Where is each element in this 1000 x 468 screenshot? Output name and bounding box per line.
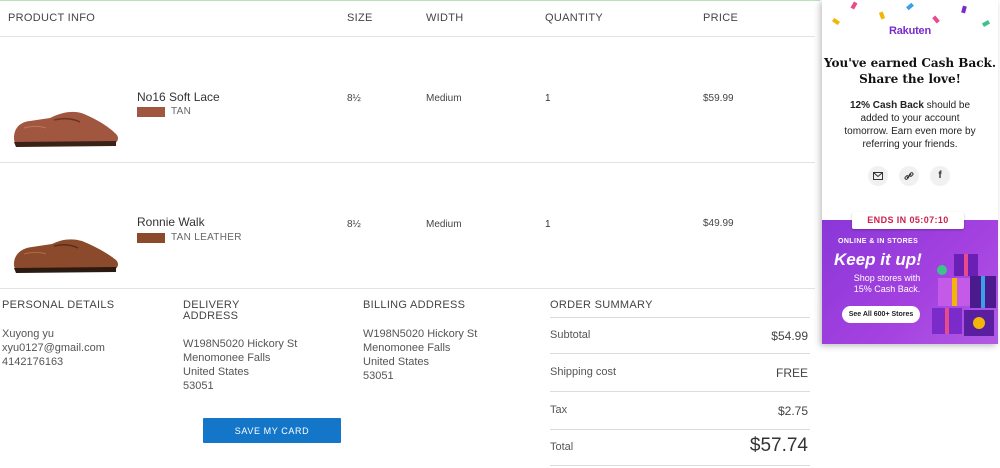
summary-divider [550,391,810,392]
customer-name: Xuyong yu [2,328,54,340]
delivery-address: W198N5020 Hickory St Menomonee Falls Uni… [183,338,298,392]
countdown-timer: ENDS IN 05:07:10 [852,212,964,229]
row-divider [0,288,815,289]
product-name[interactable]: No16 Soft Lace [137,90,220,104]
billing-address-heading: BILLING ADDRESS [363,299,466,311]
order-summary-heading: ORDER SUMMARY [550,299,653,311]
confetti [961,5,967,14]
shoe-image[interactable] [10,104,122,152]
color-swatch [137,107,165,117]
rakuten-popup: Rakuten You've earned Cash Back. Share t… [822,0,998,344]
product-name[interactable]: Ronnie Walk [137,215,205,229]
total-row: Total $57.74 [550,435,808,456]
product-size: 8½ [347,93,361,104]
customer-phone: 4142176163 [2,356,64,368]
col-width: WIDTH [426,12,464,24]
col-quantity: QUANTITY [545,12,604,24]
product-width: Medium [426,219,462,230]
summary-divider [550,353,810,354]
top-divider [0,0,820,1]
product-size: 8½ [347,219,361,230]
personal-details-heading: PERSONAL DETAILS [2,299,115,311]
tax-row: Tax $2.75 [550,404,808,418]
total-value: $57.74 [749,435,808,456]
rakuten-title: You've earned Cash Back. Share the love! [823,56,997,86]
rakuten-message: 12% Cash Back should be added to your ac… [844,100,976,150]
customer-email: xyu0127@gmail.com [2,342,105,354]
personal-details: Xuyong yu xyu0127@gmail.com 4142176163 [2,327,105,369]
product-price: $59.99 [703,93,734,104]
subtotal-row: Subtotal $54.99 [550,329,808,343]
email-icon[interactable] [868,166,888,186]
confetti [850,1,858,10]
summary-divider [550,465,810,466]
see-all-stores-button[interactable]: See All 600+ Stores [842,306,920,323]
promo-eyebrow: ONLINE & IN STORES [838,238,919,245]
product-width: Medium [426,93,462,104]
tax-value: $2.75 [777,404,808,418]
summary-divider [550,317,810,318]
promo-subtext: Shop stores with 15% Cash Back. [853,273,921,294]
confetti [932,15,940,24]
save-my-card-button[interactable]: SAVE MY CARD [203,418,341,443]
summary-divider [550,429,810,430]
shoe-image[interactable] [10,230,122,278]
header-divider [0,36,815,37]
col-size: SIZE [347,12,373,24]
confetti [906,2,914,11]
shipping-value: FREE [775,366,808,380]
subtotal-value: $54.99 [771,329,808,343]
confetti [878,11,886,20]
product-quantity: 1 [545,93,551,104]
facebook-icon[interactable]: f [930,166,950,186]
gift-boxes-image [932,254,996,336]
rakuten-promo-banner[interactable]: ONLINE & IN STORES Keep it up! Shop stor… [822,220,998,344]
link-icon[interactable] [899,166,919,186]
row-divider [0,162,815,163]
billing-address: W198N5020 Hickory St Menomonee Falls Uni… [363,328,478,382]
promo-headline: Keep it up! [834,250,922,269]
product-price: $49.99 [703,218,734,229]
delivery-address-heading: DELIVERY ADDRESS [183,299,240,322]
col-product-info: PRODUCT INFO [8,12,96,24]
product-quantity: 1 [545,219,551,230]
shipping-row: Shipping cost FREE [550,366,808,380]
color-name: TAN LEATHER [171,232,242,243]
color-name: TAN [171,106,192,117]
rakuten-logo: Rakuten [889,25,931,37]
color-swatch [137,233,165,243]
col-price: PRICE [703,12,739,24]
